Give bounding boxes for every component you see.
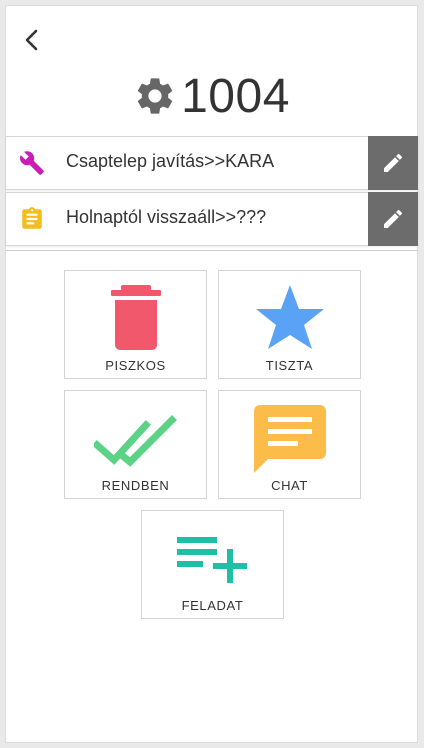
task-text: Csaptelep javítás>>KARA <box>66 151 275 171</box>
gear-icon <box>137 78 173 114</box>
tile-label: RENDBEN <box>101 478 170 493</box>
tile-label: TISZTA <box>265 358 314 373</box>
chat-icon <box>253 405 326 473</box>
chat-button[interactable]: CHAT <box>218 390 361 499</box>
divider <box>6 250 418 251</box>
room-header: 1004 <box>6 66 417 126</box>
edit-task-button[interactable] <box>368 192 418 246</box>
room-number: 1004 <box>181 69 290 123</box>
task-row-note[interactable]: Holnaptól visszaáll>>??? <box>6 192 418 246</box>
tile-label: CHAT <box>271 478 308 493</box>
ok-button[interactable]: RENDBEN <box>64 390 207 499</box>
task-row-repair[interactable]: Csaptelep javítás>>KARA <box>6 136 418 190</box>
pencil-icon <box>384 209 403 228</box>
task-text: Holnaptól visszaáll>>??? <box>66 207 267 227</box>
task-button[interactable]: FELADAT <box>141 510 284 619</box>
clean-button[interactable]: TISZTA <box>218 270 361 379</box>
dirty-button[interactable]: PISZKOS <box>64 270 207 379</box>
tile-label: PISZKOS <box>105 358 166 373</box>
playlist-add-icon <box>176 537 247 583</box>
room-card: 1004 Csaptelep javítás>>KARA Holnaptól v… <box>5 5 418 743</box>
wrench-icon <box>20 151 44 175</box>
double-check-icon <box>93 415 177 467</box>
trash-icon <box>110 285 161 350</box>
pencil-icon <box>384 153 403 172</box>
tile-label: FELADAT <box>181 598 244 613</box>
back-arrow-icon[interactable] <box>20 28 44 52</box>
edit-task-button[interactable] <box>368 136 418 190</box>
star-icon <box>255 285 324 349</box>
clipboard-icon <box>22 207 42 229</box>
